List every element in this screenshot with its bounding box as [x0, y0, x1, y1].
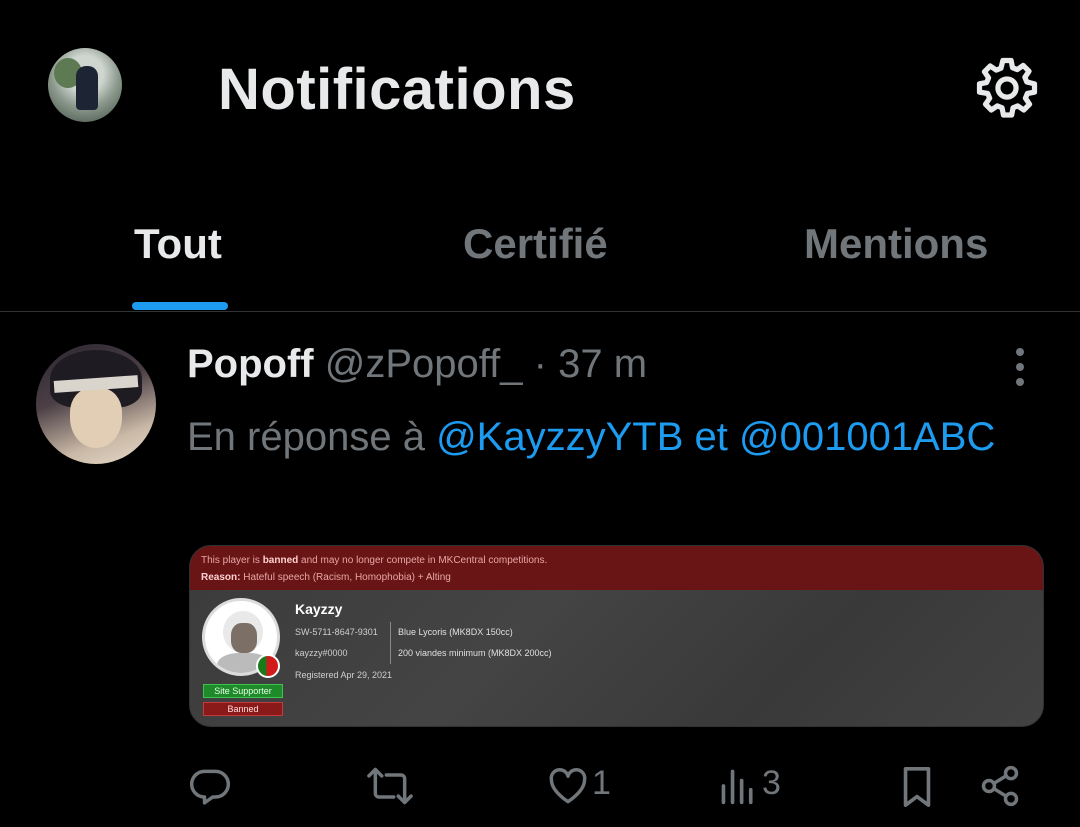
player-discord: kayzzy#0000	[295, 648, 348, 658]
views-chart-icon	[721, 769, 753, 805]
views-button[interactable]: 3	[718, 754, 790, 814]
tweet-meta: Popoff @zPopoff_ · 37 m	[187, 342, 647, 387]
mention-link-2[interactable]: @001001ABC	[739, 415, 995, 459]
notification-tweet[interactable]: Popoff @zPopoff_ · 37 m En réponse à @Ka…	[0, 314, 1080, 827]
tweet-author-avatar[interactable]	[36, 344, 156, 464]
tweet-actions: 1 3	[0, 754, 1080, 814]
retweet-icon	[367, 767, 413, 805]
reply-icon	[189, 769, 231, 805]
profile-avatar[interactable]	[48, 48, 122, 122]
bookmark-button[interactable]	[896, 754, 940, 814]
tweet-media-image[interactable]: This player is banned and may no longer …	[189, 545, 1044, 727]
player-name: Kayzzy	[295, 601, 343, 617]
retweet-button[interactable]	[366, 754, 420, 814]
player-team-2: 200 viandes minimum (MK8DX 200cc)	[398, 648, 552, 658]
gear-icon[interactable]	[974, 55, 1040, 121]
tweet-timestamp[interactable]: 37 m	[558, 342, 647, 386]
share-icon	[981, 765, 1019, 807]
reply-joiner: et	[694, 415, 728, 459]
like-count: 1	[592, 764, 611, 802]
tweet-separator: ·	[533, 342, 547, 386]
site-supporter-badge: Site Supporter	[203, 684, 283, 698]
banner-line-1: This player is banned and may no longer …	[201, 555, 548, 566]
player-divider	[390, 622, 391, 664]
tab-bar: Tout Certifié Mentions	[0, 200, 1080, 312]
avatar-face	[70, 388, 122, 448]
tweet-author-handle[interactable]: @zPopoff_	[325, 342, 523, 386]
like-button[interactable]: 1	[546, 754, 616, 814]
heart-icon	[549, 768, 587, 804]
reply-button[interactable]	[188, 754, 238, 814]
views-count: 3	[762, 764, 781, 802]
active-tab-indicator	[132, 302, 228, 310]
reply-prefix: En réponse à	[187, 415, 425, 459]
ban-banner: This player is banned and may no longer …	[190, 546, 1043, 590]
mention-link-1[interactable]: @KayzzyYTB	[436, 415, 683, 459]
tab-tout[interactable]: Tout	[134, 220, 222, 268]
tab-mentions[interactable]: Mentions	[804, 220, 988, 268]
banned-badge: Banned	[203, 702, 283, 716]
reply-context: En réponse à @KayzzyYTB et @001001ABC	[187, 406, 1047, 468]
banner-line-2: Reason: Hateful speech (Racism, Homophob…	[201, 572, 451, 583]
portugal-flag-icon	[256, 654, 280, 678]
player-team-1: Blue Lycoris (MK8DX 150cc)	[398, 627, 513, 637]
player-registered: Registered Apr 29, 2021	[295, 670, 393, 680]
share-button[interactable]	[978, 754, 1022, 814]
page-title: Notifications	[218, 57, 576, 122]
tab-certifie[interactable]: Certifié	[463, 220, 608, 268]
player-friend-code: SW-5711-8647-9301	[295, 627, 378, 637]
bookmark-icon	[903, 767, 931, 807]
header: Notifications	[0, 0, 1080, 180]
avatar-figure	[76, 66, 98, 110]
more-options-icon[interactable]	[1014, 348, 1026, 388]
tweet-author-name[interactable]: Popoff	[187, 342, 314, 386]
